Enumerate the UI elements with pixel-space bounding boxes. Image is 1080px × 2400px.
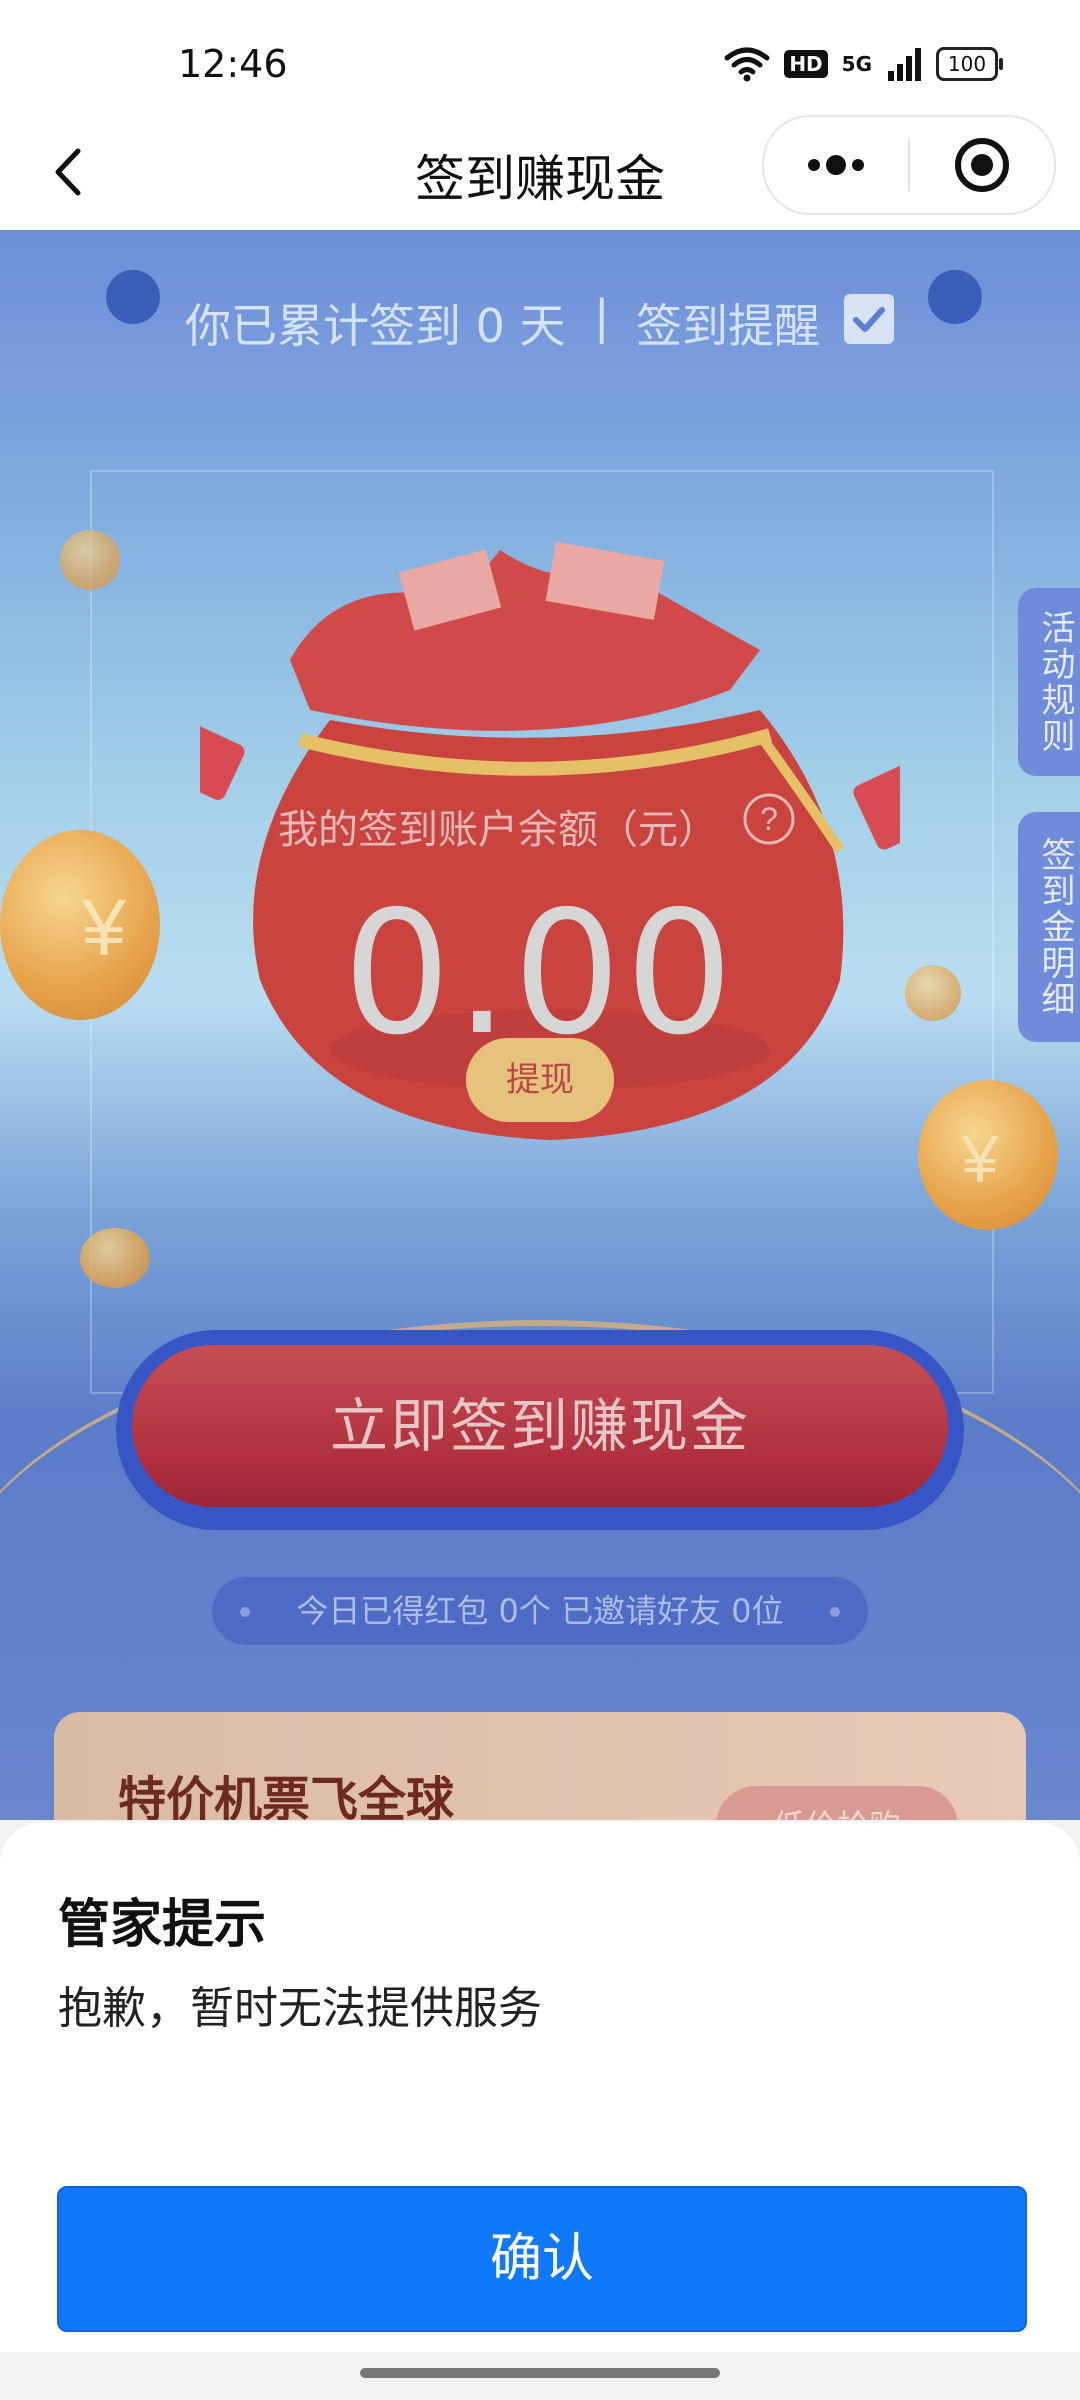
promo-title: 特价机票飞全球 [118,1772,455,1820]
streak-bar: 你已累计签到 0 天 | 签到提醒 [0,230,1080,394]
network-type: 5G [841,52,872,76]
dot-left [240,1607,250,1617]
coin-right: ¥ [918,1080,1058,1230]
home-indicator[interactable] [360,2368,720,2378]
signal-icon [888,48,921,81]
help-button[interactable]: ? [742,792,796,846]
status-time: 12:46 [178,42,288,86]
hd-icon: HD [784,50,828,78]
question-icon: ? [743,793,795,845]
home-bar-area [0,2352,1080,2400]
alert-message: 抱歉，暂时无法提供服务 [58,1983,542,2034]
hook-right [928,270,982,324]
coin-small-top [60,530,120,590]
alert-title: 管家提示 [58,1895,267,1955]
balance-label: 我的签到账户余额（元） [278,807,718,853]
svg-text:?: ? [760,801,778,837]
withdraw-button[interactable]: 提现 [466,1038,614,1122]
close-miniprogram-button[interactable] [910,117,1054,213]
dot-right [830,1607,840,1617]
checkmark-icon [853,307,885,332]
confirm-button[interactable]: 确认 [57,2186,1027,2332]
signin-button[interactable]: 立即签到赚现金 [132,1345,948,1507]
status-icons: HD 5G 100 [724,46,1003,82]
alert-sheet: 管家提示 抱歉，暂时无法提供服务 确认 [0,1822,1080,2352]
daily-stats-text: 今日已得红包 0个 已邀请好友 0位 [296,1592,784,1630]
signin-activity: 你已累计签到 0 天 | 签到提醒 ¥ ¥ 活动规则 签到金明细 我的签到账户余… [0,230,1080,1820]
yuan-icon: ¥ [961,1122,999,1196]
daily-stats: 今日已得红包 0个 已邀请好友 0位 [212,1577,868,1645]
nav-bar: 签到赚现金 [0,115,1080,230]
svg-text:¥: ¥ [961,1122,999,1196]
coin-small-bottom [80,1228,150,1288]
battery-icon: 100 [936,47,1003,81]
hook-left [106,270,160,324]
more-button[interactable] [764,117,908,213]
reminder-checkbox[interactable] [844,294,894,344]
miniprogram-capsule [762,115,1056,215]
promo-card[interactable]: 特价机票飞全球 低价抢购 [54,1712,1026,1820]
more-dots-icon [808,155,864,175]
streak-count: 你已累计签到 0 天 [185,299,566,353]
streak-separator: | [594,290,610,344]
rules-tab[interactable]: 活动规则 [1018,588,1080,776]
reminder-label: 签到提醒 [636,299,820,353]
wifi-icon [724,47,770,82]
promo-button[interactable]: 低价抢购 [716,1786,958,1820]
target-icon [955,138,1009,192]
status-bar: 12:46 HD 5G 100 [0,0,1080,115]
